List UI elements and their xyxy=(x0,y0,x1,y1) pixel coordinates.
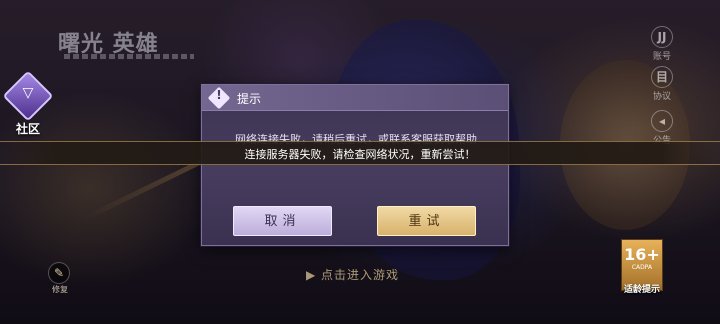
cancel-button[interactable]: 取消 xyxy=(233,206,332,236)
connection-error-toast: 连接服务器失败，请检查网络状况，重新尝试！ xyxy=(0,141,720,165)
agreement-button[interactable]: 目 协议 xyxy=(648,66,676,102)
agreement-label: 协议 xyxy=(652,92,671,102)
dialog-title: 提示 xyxy=(237,92,262,106)
account-icon: JJ xyxy=(651,26,673,48)
retry-button[interactable]: 重试 xyxy=(377,206,476,236)
enter-game-prompt[interactable]: ▶ 点击进入游戏 xyxy=(306,266,399,283)
dialog-titlebar: ! 提示 xyxy=(202,85,508,111)
age-rating-number: 16+ xyxy=(624,245,660,264)
age-rating-mark: CADPA xyxy=(631,264,653,271)
age-rating-label: 适龄提示 xyxy=(623,285,660,295)
account-button[interactable]: JJ 账号 xyxy=(648,26,676,62)
agreement-icon: 目 xyxy=(651,66,673,88)
account-label: 账号 xyxy=(652,52,671,62)
wrench-icon: ✎ xyxy=(48,262,70,284)
legal-footer xyxy=(90,306,650,320)
community-label: 社区 xyxy=(15,122,40,136)
repair-button[interactable]: ✎ 修复 xyxy=(48,262,72,294)
repair-label: 修复 xyxy=(52,285,68,294)
logo-subtitle-decoration xyxy=(64,54,194,59)
triangle-crest-icon: ▽ xyxy=(22,85,34,101)
toast-message: 连接服务器失败，请检查网络状况，重新尝试！ xyxy=(244,148,476,161)
alert-dialog: ! 提示 网络连接失败，请稍后重试，或联系客服获取帮助 取消 重试 xyxy=(201,84,509,246)
exclamation-icon: ! xyxy=(216,88,222,102)
notice-icon: ◂ xyxy=(651,110,673,132)
community-button[interactable]: ▽ 社区 xyxy=(2,70,54,138)
